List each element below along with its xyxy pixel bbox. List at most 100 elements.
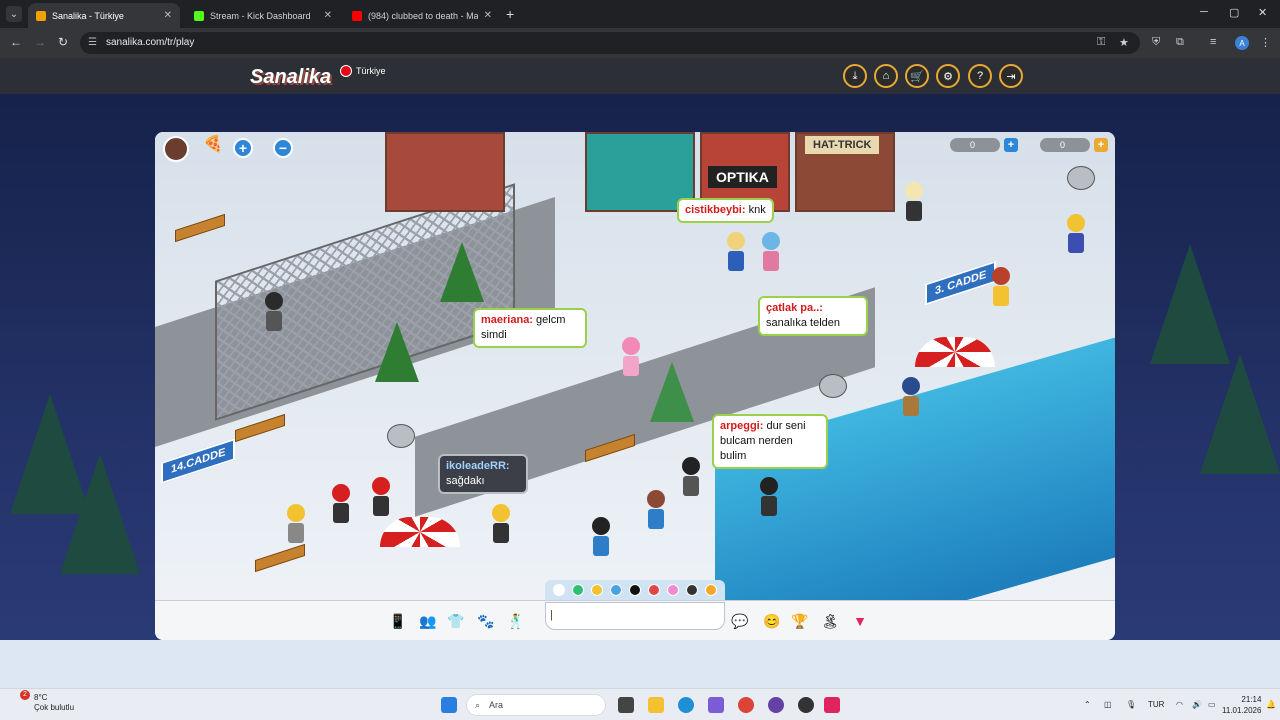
tab-search-button[interactable]: ⌄ (6, 6, 22, 22)
island-icon[interactable]: 🏝 (819, 610, 841, 632)
zoom-out-button[interactable]: − (273, 138, 293, 158)
close-tab-icon[interactable]: ✕ (484, 10, 492, 21)
emote-icon[interactable]: 😊 (761, 610, 783, 632)
friends-icon[interactable]: 👥 (417, 610, 439, 632)
reading-list-icon[interactable]: ≡ (1210, 36, 1216, 48)
add-diamond-button[interactable]: + (1004, 138, 1018, 152)
color-swatch-dark[interactable] (686, 584, 699, 596)
microphone-icon[interactable]: 🎙 (1126, 700, 1136, 709)
game-scene[interactable]: OPTIKA HAT-TRICK 3. CADDE 14.CADDE (155, 132, 1115, 640)
alien-avatar[interactable] (819, 374, 847, 398)
player-avatar[interactable] (285, 504, 307, 544)
color-swatch-white[interactable] (552, 584, 565, 596)
site-info-icon[interactable]: ☰ (88, 37, 97, 48)
address-bar[interactable]: ☰ sanalika.com/tr/play (80, 32, 1140, 54)
new-tab-icon[interactable]: + (506, 6, 514, 22)
close-window-icon[interactable]: ✕ (1258, 6, 1267, 19)
menu-triangle-icon[interactable]: ▼ (849, 610, 871, 632)
tab-kick[interactable]: Stream - Kick Dashboard ✕ (186, 3, 340, 28)
extensions-icon[interactable]: ⧉ (1176, 36, 1184, 49)
dance-icon[interactable]: 🕺 (505, 610, 527, 632)
chrome-icon[interactable] (738, 697, 754, 713)
player-avatar[interactable] (1065, 214, 1087, 254)
shop-button[interactable]: 🛒 (905, 64, 929, 88)
profile-avatar[interactable]: A (1235, 36, 1249, 50)
player-avatar[interactable] (590, 517, 612, 557)
system-clock[interactable]: 21:14 11.01.2026 (1222, 694, 1261, 716)
tray-app-icon[interactable]: ◫ (1104, 700, 1112, 709)
color-swatch-black[interactable] (628, 584, 641, 596)
back-icon[interactable]: ← (10, 35, 22, 49)
weather-widget[interactable]: 8°C Çok bulutlu (34, 693, 74, 713)
menu-dots-icon[interactable]: ⋮ (1260, 36, 1271, 49)
christmas-tree[interactable] (650, 362, 694, 422)
settings-button[interactable]: ⚙ (936, 64, 960, 88)
add-coin-button[interactable]: + (1094, 138, 1108, 152)
minimize-icon[interactable]: ─ (1200, 6, 1208, 18)
player-avatar[interactable] (760, 232, 782, 272)
pets-icon[interactable]: 🐾 (475, 610, 497, 632)
player-avatar[interactable] (490, 504, 512, 544)
player-avatar[interactable] (645, 490, 667, 530)
windows-start-icon[interactable] (441, 697, 457, 713)
player-avatar[interactable] (758, 477, 780, 517)
sanalika-app-icon[interactable] (824, 697, 840, 713)
notification-bell-icon[interactable]: 🔔 (1266, 700, 1276, 709)
task-view-icon[interactable] (618, 697, 634, 713)
sanalika-logo[interactable]: Sanalika (250, 66, 331, 89)
player-avatar[interactable] (900, 377, 922, 417)
player-avatar[interactable] (725, 232, 747, 272)
color-swatch-green[interactable] (571, 584, 584, 596)
player-avatar[interactable] (330, 484, 352, 524)
taskbar-search[interactable]: ⌕ Ara (466, 694, 606, 716)
reload-icon[interactable]: ↻ (58, 35, 68, 49)
bench[interactable] (255, 543, 305, 573)
wifi-icon[interactable]: ◠ (1176, 700, 1183, 709)
maximize-icon[interactable]: ▢ (1229, 6, 1239, 19)
home-button[interactable]: ⌂ (874, 64, 898, 88)
tray-chevron-icon[interactable]: ⌃ (1084, 700, 1091, 709)
battery-icon[interactable]: ▭ (1208, 700, 1216, 709)
close-tab-icon[interactable]: ✕ (164, 10, 172, 21)
chat-input[interactable]: | (545, 602, 725, 630)
chat-bubble-icon[interactable]: 💬 (729, 610, 751, 632)
color-swatch-orange[interactable] (705, 584, 718, 596)
color-swatch-blue[interactable] (609, 584, 622, 596)
game-canvas[interactable]: OPTIKA HAT-TRICK 3. CADDE 14.CADDE 🍕 + −… (155, 132, 1115, 640)
obs-icon[interactable] (798, 697, 814, 713)
download-button[interactable]: ⤓ (843, 64, 867, 88)
color-swatch-red[interactable] (648, 584, 661, 596)
my-avatar-thumbnail[interactable] (163, 136, 189, 162)
player-avatar[interactable] (680, 457, 702, 497)
shield-extension-icon[interactable]: ⛨ (1152, 36, 1160, 49)
file-explorer-icon[interactable] (648, 697, 664, 713)
input-language[interactable]: TUR (1148, 700, 1164, 709)
password-key-icon[interactable]: ⚿ (1097, 36, 1105, 49)
phone-icon[interactable]: 📱 (387, 610, 409, 632)
color-swatch-pink[interactable] (667, 584, 680, 596)
help-button[interactable]: ? (968, 64, 992, 88)
player-avatar[interactable] (263, 292, 285, 332)
alien-avatar[interactable] (1067, 166, 1095, 190)
logout-button[interactable]: ⇥ (999, 64, 1023, 88)
player-avatar[interactable] (620, 337, 642, 377)
close-tab-icon[interactable]: ✕ (324, 10, 332, 21)
player-avatar[interactable] (370, 477, 392, 517)
forward-icon[interactable]: → (34, 35, 46, 49)
zoom-in-button[interactable]: + (233, 138, 253, 158)
tab-youtube[interactable]: (984) clubbed to death - Matrix ✕ (344, 3, 500, 28)
tab-sanalika[interactable]: Sanalika - Türkiye ✕ (28, 3, 180, 28)
bookmark-star-icon[interactable]: ★ (1119, 36, 1129, 49)
pizza-icon[interactable]: 🍕 (203, 134, 223, 154)
language-selector[interactable]: Türkiye (340, 65, 386, 77)
edge-icon[interactable] (678, 697, 694, 713)
bench[interactable] (175, 213, 225, 243)
clothes-icon[interactable]: 👕 (445, 610, 467, 632)
twitch-icon[interactable] (768, 697, 784, 713)
color-swatch-yellow[interactable] (590, 584, 603, 596)
copilot-icon[interactable] (708, 697, 724, 713)
player-avatar[interactable] (990, 267, 1012, 307)
player-avatar[interactable] (903, 182, 925, 222)
trophy-icon[interactable]: 🏆 (789, 610, 811, 632)
volume-icon[interactable]: 🔊 (1192, 700, 1202, 709)
